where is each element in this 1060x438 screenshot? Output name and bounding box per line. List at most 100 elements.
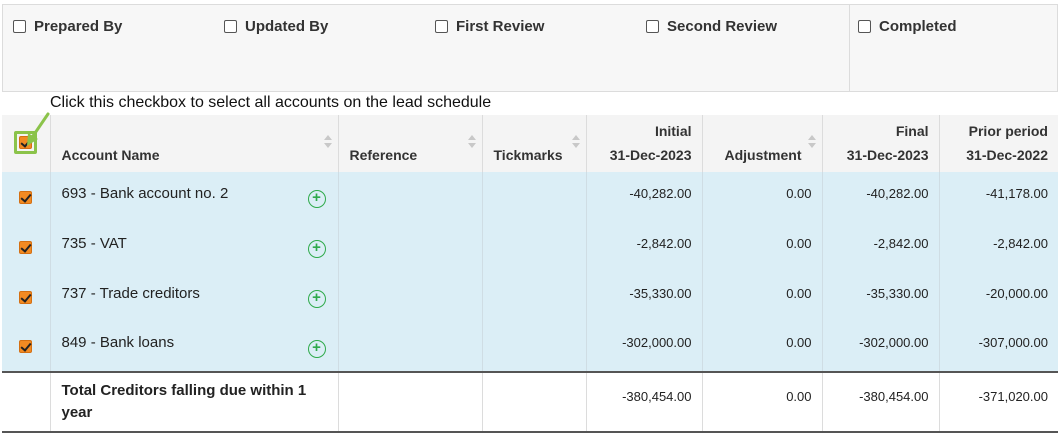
tickmarks-cell[interactable] [482, 172, 587, 222]
add-plus-icon[interactable]: + [307, 290, 326, 308]
row-checkbox-cell [2, 222, 51, 272]
sort-icon[interactable] [323, 135, 332, 149]
reference-cell[interactable] [338, 172, 483, 222]
reference-cell[interactable] [338, 322, 483, 372]
column-header-reference[interactable]: Reference [338, 115, 483, 172]
adjustment-value: 0.00 [786, 235, 812, 251]
prior-value: -307,000.00 [978, 335, 1048, 350]
final-value: -302,000.00 [859, 335, 929, 350]
account-name: 737 - Trade creditors [61, 284, 200, 302]
column-header-tickmarks[interactable]: Tickmarks [482, 115, 587, 172]
first-review-checkbox[interactable]: First Review [435, 18, 544, 35]
column-header-prior-period[interactable]: Prior period 31-Dec-2022 [939, 115, 1058, 172]
initial-value: -302,000.00 [622, 335, 692, 350]
table-row[interactable]: 735 - VAT + -2,842.00 0.00 -2,842.00 -2,… [2, 222, 1058, 272]
prior-cell: -41,178.00 [939, 172, 1058, 222]
account-name-cell: 737 - Trade creditors + [50, 272, 339, 322]
final-header-label: Final [895, 123, 929, 139]
row-checkbox[interactable] [19, 190, 33, 204]
sort-icon[interactable] [571, 135, 580, 149]
total-adjustment-cell: 0.00 [702, 372, 823, 433]
checkbox-box[interactable] [858, 20, 871, 33]
total-empty-cell [2, 372, 51, 433]
tickmarks-cell[interactable] [482, 322, 587, 372]
row-checkbox-cell [2, 322, 51, 372]
final-value: -40,282.00 [866, 185, 929, 201]
row-checkbox-cell [2, 172, 51, 222]
table-row[interactable]: 849 - Bank loans + -302,000.00 0.00 -302… [2, 322, 1058, 372]
add-plus-icon[interactable]: + [307, 340, 326, 358]
adjustment-value: 0.00 [786, 335, 812, 350]
add-plus-icon[interactable]: + [307, 240, 326, 258]
updated-by-label: Updated By [245, 18, 329, 35]
tickmarks-cell[interactable] [482, 222, 587, 272]
checkbox-box[interactable] [224, 20, 237, 33]
reference-header-label: Reference [349, 147, 418, 163]
final-cell: -2,842.00 [822, 222, 940, 272]
prior-cell: -307,000.00 [939, 322, 1058, 372]
prior-value: -2,842.00 [993, 235, 1048, 251]
initial-cell: -302,000.00 [586, 322, 703, 372]
checkbox-box[interactable] [646, 20, 659, 33]
total-final-value: -380,454.00 [859, 388, 929, 404]
row-checkbox[interactable] [19, 290, 33, 304]
prepared-by-checkbox[interactable]: Prepared By [13, 18, 122, 35]
adjustment-cell: 0.00 [702, 172, 823, 222]
select-all-highlight [14, 130, 38, 154]
total-prior-value: -371,020.00 [978, 388, 1048, 404]
column-header-account-name[interactable]: Account Name [50, 115, 339, 172]
select-all-checkbox[interactable] [19, 135, 33, 149]
initial-cell: -35,330.00 [586, 272, 703, 322]
select-all-cell [2, 115, 51, 172]
final-value: -35,330.00 [866, 285, 929, 301]
total-initial-cell: -380,454.00 [586, 372, 703, 433]
prior-cell: -2,842.00 [939, 222, 1058, 272]
adjustment-cell: 0.00 [702, 222, 823, 272]
sort-icon[interactable] [467, 135, 476, 149]
prior-header-label: Prior period [968, 123, 1048, 139]
second-review-checkbox[interactable]: Second Review [646, 18, 777, 35]
final-cell: -35,330.00 [822, 272, 940, 322]
final-cell: -40,282.00 [822, 172, 940, 222]
completed-label: Completed [879, 18, 957, 35]
prepared-by-label: Prepared By [34, 18, 123, 35]
annotation-callout: Click this checkbox to select all accoun… [50, 94, 492, 111]
tickmarks-cell[interactable] [482, 272, 587, 322]
completed-checkbox[interactable]: Completed [858, 18, 957, 35]
initial-header-date: 31-Dec-2023 [609, 147, 692, 163]
column-header-initial[interactable]: Initial 31-Dec-2023 [586, 115, 703, 172]
total-initial-value: -380,454.00 [622, 388, 692, 404]
total-prior-cell: -371,020.00 [939, 372, 1058, 433]
final-value: -2,842.00 [873, 235, 929, 251]
initial-header-label: Initial [654, 123, 692, 139]
table-row[interactable]: 693 - Bank account no. 2 + -40,282.00 0.… [2, 172, 1058, 222]
reference-cell[interactable] [338, 272, 483, 322]
updated-by-checkbox[interactable]: Updated By [224, 18, 328, 35]
account-name-cell: 849 - Bank loans + [50, 322, 339, 372]
final-cell: -302,000.00 [822, 322, 940, 372]
total-row: Total Creditors falling due within 1 yea… [2, 372, 1058, 433]
tickmarks-header-label: Tickmarks [493, 147, 563, 163]
account-name-header-label: Account Name [61, 147, 160, 163]
table-row[interactable]: 737 - Trade creditors + -35,330.00 0.00 … [2, 272, 1058, 322]
prior-header-date: 31-Dec-2022 [966, 147, 1048, 163]
adjustment-cell: 0.00 [702, 272, 823, 322]
column-header-final[interactable]: Final 31-Dec-2023 [822, 115, 940, 172]
table-header-row: Account Name Reference Tickmarks Initial… [2, 115, 1058, 172]
reference-cell[interactable] [338, 222, 483, 272]
prior-cell: -20,000.00 [939, 272, 1058, 322]
sort-icon[interactable] [807, 135, 816, 149]
row-checkbox[interactable] [19, 340, 33, 353]
account-name-cell: 735 - VAT + [50, 222, 339, 272]
checkbox-box[interactable] [435, 20, 448, 33]
column-header-adjustment[interactable]: Adjustment [702, 115, 823, 172]
initial-value: -2,842.00 [636, 235, 692, 251]
signoff-panel: Prepared By Updated By First Review Seco… [2, 4, 1058, 92]
checkbox-box[interactable] [13, 20, 26, 33]
add-plus-icon[interactable]: + [307, 190, 326, 208]
prior-value: -20,000.00 [985, 285, 1048, 301]
second-review-label: Second Review [667, 18, 778, 35]
row-checkbox[interactable] [19, 240, 33, 254]
account-name-cell: 693 - Bank account no. 2 + [50, 172, 339, 222]
lead-schedule-table: Account Name Reference Tickmarks Initial… [2, 115, 1058, 433]
